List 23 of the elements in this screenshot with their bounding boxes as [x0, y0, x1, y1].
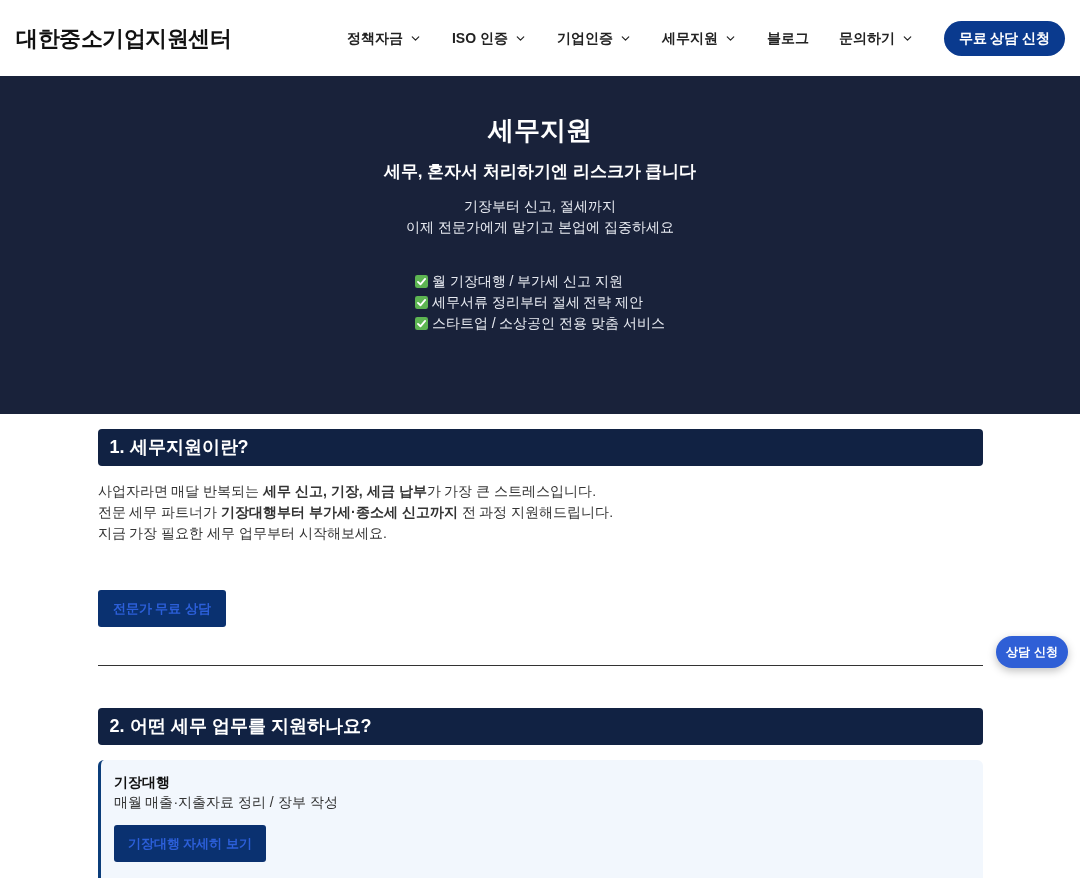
floating-consult-button[interactable]: 상담 신청 — [996, 636, 1068, 668]
site-logo[interactable]: 대한중소기업지원센터 — [16, 21, 231, 55]
hero-title: 세무지원 — [488, 114, 592, 147]
card-title: 기장대행 — [113, 773, 171, 792]
nav-link[interactable]: ISO 인증 — [452, 27, 527, 49]
nav-link[interactable]: 기업인증 — [557, 27, 632, 49]
nav-link[interactable]: 문의하기 — [839, 27, 914, 49]
checkmark-icon — [414, 275, 428, 288]
checklist-item: 월 기장대행 / 부가세 신고 지원 — [431, 272, 624, 291]
checklist-item: 스타트업 / 소상공인 전용 맞춤 서비스 — [431, 314, 666, 333]
hero-description: 기장부터 신고, 절세까지 이제 전문가에게 맡기고 본업에 집중하세요 — [406, 197, 674, 237]
checkmark-icon — [414, 317, 428, 330]
consult-button[interactable]: 무료 상담 신청 — [944, 20, 1065, 56]
section-heading: 1. 세무지원이란? — [97, 429, 983, 466]
hero-subtitle: 세무, 혼자서 처리하기엔 리스크가 큽니다 — [383, 161, 697, 183]
intro-paragraph: 사업자라면 매달 반복되는 세무 신고, 기장, 세금 납부가 가장 큰 스트레스입니다. 전문 세무 파트너가 기장대행부터 부가세·종소세 신고까지 전 과정 지원해드립니다. 지금 가장 필요한 세무 업무부터 시작해보세요. — [97, 482, 615, 543]
nav-link[interactable]: 정책자금 — [347, 27, 422, 49]
card-description: 매월 매출·지출자료 정리 / 장부 작성 — [113, 793, 339, 812]
nav-link[interactable]: 블로그 — [767, 27, 809, 49]
checklist-item: 세무서류 정리부터 절세 전략 제안 — [431, 293, 644, 312]
checkmark-icon — [414, 296, 428, 309]
nav-link[interactable]: 세무지원 — [662, 27, 737, 49]
section-heading: 2. 어떤 세무 업무를 지원하나요? — [97, 708, 983, 745]
